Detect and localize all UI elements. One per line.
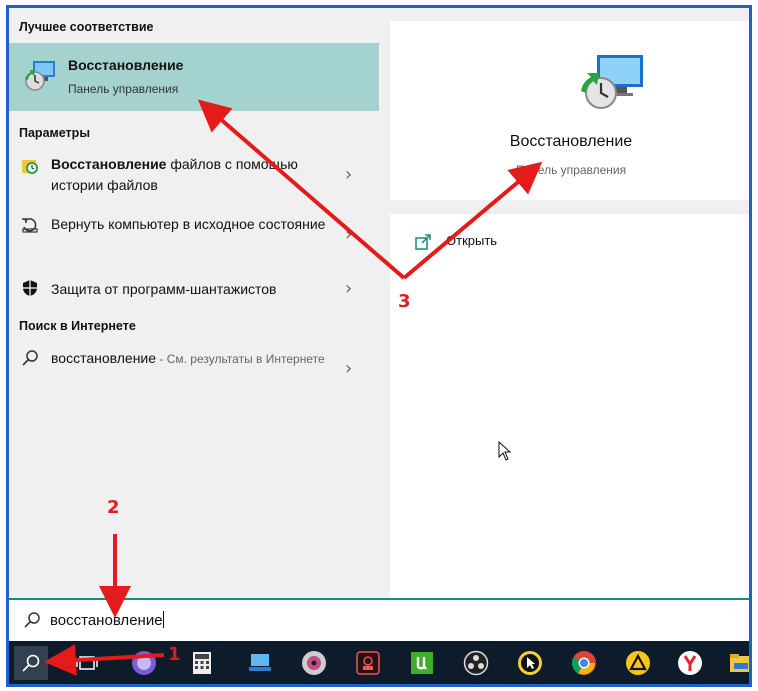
best-match-item[interactable]: Восстановление Панель управления [9,43,379,111]
taskbar-messenger[interactable] [127,646,161,680]
reset-pc-icon [21,216,39,239]
preview-subtitle: Панель управления [515,163,627,177]
search-input-value: восстановление [50,612,163,629]
taskbar-calculator[interactable] [185,646,219,680]
settings-item-file-history[interactable]: Восстановление файлов с помощью истории … [9,150,379,202]
yandex-browser-icon [678,651,702,675]
taskbar-utorrent[interactable] [405,646,439,680]
text-caret [162,611,164,628]
utorrent-icon [411,652,433,674]
chevron-right-icon: › [345,358,353,379]
web-search-term: восстановление [51,350,157,366]
search-icon [23,611,41,634]
media-player-icon [302,651,326,675]
web-search-header: Поиск в Интернете [19,319,136,333]
settings-item-reset-pc[interactable]: Вернуть компьютер в исходное состояние › [9,210,379,262]
media-app-icon [356,651,380,675]
web-search-suffix: - См. результаты в Интернете [156,352,325,366]
settings-item-label: Вернуть компьютер в исходное состояние [51,216,326,232]
preview-title: Восстановление [509,133,633,150]
chevron-right-icon: › [345,164,353,185]
calculator-icon [193,652,211,674]
cursor-app-icon [518,651,542,675]
chrome-icon [571,651,596,675]
chevron-right-icon: › [345,224,353,245]
mouse-cursor-icon [498,440,512,466]
settings-item-label: Защита от программ-шантажистов [51,281,277,297]
taskbar-obs[interactable] [459,646,493,680]
messenger-icon [132,651,156,675]
recovery-large-icon [577,51,647,118]
taskbar-media-app[interactable] [351,646,385,680]
taskbar-pc[interactable] [243,646,277,680]
obs-icon [463,650,489,676]
taskbar-media-player[interactable] [297,646,331,680]
recovery-icon [23,59,57,98]
settings-item-bold: Восстановление [51,156,167,172]
preview-pane: Восстановление Панель управления Открыть [390,21,749,598]
chevron-right-icon: › [345,278,353,299]
file-history-icon [21,157,39,180]
taskbar-chrome[interactable] [567,646,601,680]
annotation-badge-2: 2 [107,497,120,518]
task-view-icon [76,656,98,670]
taskbar-cursor-app[interactable] [513,646,547,680]
taskbar [9,641,749,684]
taskbar-explorer[interactable] [724,646,749,680]
search-window: Лучшее соответствие Восстановление Панел… [6,5,752,687]
taskbar-task-view[interactable] [70,646,104,680]
shield-icon [21,279,39,302]
open-label: Открыть [446,233,498,248]
search-icon [22,654,40,672]
settings-header: Параметры [19,126,90,140]
taskbar-search-button[interactable] [14,646,48,680]
open-icon [414,233,432,256]
annotation-badge-1: 1 [168,644,181,665]
best-match-subtitle: Панель управления [68,82,179,96]
web-search-item[interactable]: восстановление - См. результаты в Интерн… [9,342,379,394]
taskbar-yandex-browser[interactable] [673,646,707,680]
divider [390,200,749,214]
pc-icon [249,654,271,671]
search-icon [21,349,39,372]
alert-app-icon [626,651,650,675]
explorer-icon [730,654,749,672]
taskbar-alert-app[interactable] [621,646,655,680]
annotation-badge-3: 3 [398,291,411,312]
results-pane: Лучшее соответствие Восстановление Панел… [9,8,379,598]
search-box[interactable]: восстановление [9,598,749,641]
best-match-header: Лучшее соответствие [19,20,154,34]
settings-item-ransomware[interactable]: Защита от программ-шантажистов › [9,274,379,306]
best-match-title: Восстановление [68,57,184,73]
